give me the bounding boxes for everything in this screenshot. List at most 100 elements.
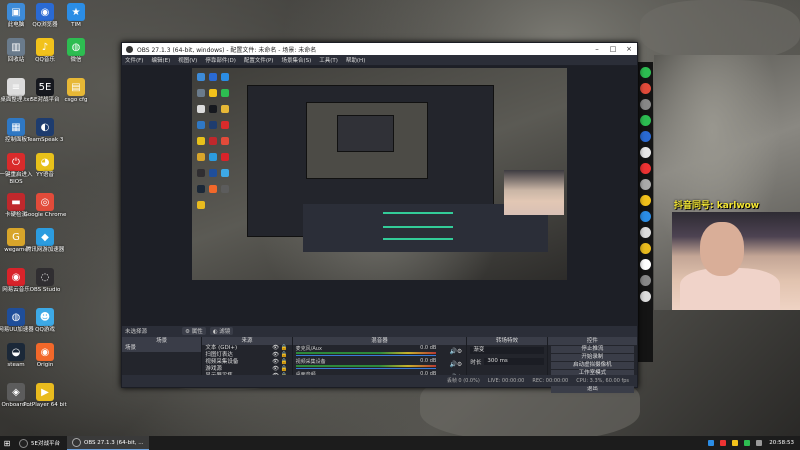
desktop-icon-label: YY语音 <box>36 172 54 178</box>
app-icon: ◕ <box>36 153 54 171</box>
obs-menubar: 文件(F) 编辑(E) 视图(V) 停靠部件(D) 配置文件(P) 场景集合(S… <box>122 55 637 66</box>
channel-level: 0.0 dB <box>420 345 437 351</box>
transition-select[interactable]: 渐变 <box>470 347 544 354</box>
visibility-lock-icon[interactable]: 👁 🔒 <box>272 352 288 359</box>
side-app-icon[interactable] <box>639 179 651 190</box>
desktop-icon[interactable]: ◐ TeamSpeak 3 <box>22 118 68 144</box>
side-app-icon[interactable] <box>639 131 651 142</box>
preview-mini-icon <box>221 121 229 129</box>
desktop-icon-label: PotPlayer 64 bit <box>23 402 67 408</box>
menu-profile[interactable]: 配置文件(P) <box>244 56 274 64</box>
preview-mini-icon <box>197 73 205 81</box>
side-app-icon[interactable] <box>639 147 651 158</box>
side-app-icon[interactable] <box>639 243 651 254</box>
menu-file[interactable]: 文件(F) <box>125 56 143 64</box>
side-app-icon[interactable] <box>639 83 651 94</box>
control-button[interactable]: 停止推流 <box>550 346 634 353</box>
menu-help[interactable]: 帮助(H) <box>346 56 365 64</box>
nested-obs-window <box>247 85 548 252</box>
close-button[interactable]: × <box>621 45 637 53</box>
minimize-button[interactable]: – <box>589 45 605 53</box>
tray-icon[interactable] <box>744 440 751 446</box>
tray-icon[interactable] <box>708 440 715 446</box>
control-button[interactable]: 退出 <box>550 386 634 393</box>
preview-mini-icon <box>209 105 217 113</box>
maximize-button[interactable]: □ <box>605 45 621 53</box>
tray-icon[interactable] <box>732 440 739 446</box>
side-app-icon[interactable] <box>639 99 651 110</box>
desktop-icon[interactable]: ◉ Origin <box>22 343 68 369</box>
control-button[interactable]: 启动虚拟摄像机 <box>550 362 634 369</box>
side-app-icon[interactable] <box>639 291 651 302</box>
desktop-icon[interactable]: ▤ csgo cfg <box>53 78 99 104</box>
volume-meter <box>295 352 437 354</box>
desktop-icon[interactable]: ◕ YY语音 <box>22 153 68 179</box>
desktop-icon-area: ▣ 此电脑 ◉ QQ浏览器 ★ TIM ▥ 回收站 ♪ QQ音乐 ◍ 微信 ≡ 桌面整理.txt 5E 5E对… <box>0 0 95 436</box>
filters-button[interactable]: ◐ 滤镜 <box>209 327 234 335</box>
mixer-channels: 麦克风/Aux0.0 dB🔊⚙视频采集设备0.0 dB🔊⚙桌面音频0.0 dB🔊… <box>293 345 467 382</box>
clock[interactable]: 20:58:53 <box>769 440 794 446</box>
source-item[interactable]: 视频采集设备 👁 🔒 <box>202 359 291 366</box>
visibility-lock-icon[interactable]: 👁 🔒 <box>272 345 288 352</box>
sources-list: 文本 (GDI+)👁 🔒扫图灯表达👁 🔒视频采集设备👁 🔒游戏源👁 🔒显示器采集… <box>202 345 291 379</box>
app-icon: ◉ <box>36 3 54 21</box>
obs-app-icon <box>126 45 133 53</box>
menu-docks[interactable]: 停靠部件(D) <box>205 56 236 64</box>
program-preview[interactable] <box>192 68 567 280</box>
visibility-lock-icon[interactable]: 👁 🔒 <box>272 366 288 373</box>
desktop-icon-label: 腾讯网游加速器 <box>25 247 65 253</box>
desktop-icon-label: TeamSpeak 3 <box>26 137 64 143</box>
wallpaper-rock <box>640 0 800 60</box>
nested-meter <box>383 212 453 214</box>
preview-area <box>122 66 637 326</box>
side-app-icon[interactable] <box>639 195 651 206</box>
side-app-icon[interactable] <box>639 163 651 174</box>
properties-button[interactable]: ⚙ 属性 <box>182 327 206 335</box>
desktop-icon-label: 微信 <box>70 57 82 63</box>
side-app-icon[interactable] <box>639 275 651 286</box>
control-button[interactable]: 开始录制 <box>550 354 634 361</box>
obs-window: OBS 27.1.3 (64-bit, windows) - 配置文件: 未命名… <box>121 42 638 393</box>
duration-input[interactable]: 300 ms <box>484 358 544 365</box>
desktop-icon[interactable]: ▶ PotPlayer 64 bit <box>22 383 68 409</box>
desktop-icon[interactable]: ◆ 腾讯网游加速器 <box>22 228 68 254</box>
side-app-icon[interactable] <box>639 67 651 78</box>
desktop-icon[interactable]: ◎ Google Chrome <box>22 193 68 219</box>
desktop-icon[interactable]: ☻ QQ游戏 <box>22 308 68 334</box>
mute-settings-icon[interactable]: 🔊⚙ <box>449 361 462 368</box>
preview-mini-icon <box>197 121 205 129</box>
volume-icon[interactable] <box>756 440 763 446</box>
visibility-lock-icon[interactable]: 👁 🔒 <box>272 359 288 366</box>
obs-titlebar[interactable]: OBS 27.1.3 (64-bit, windows) - 配置文件: 未命名… <box>122 43 637 55</box>
status-rec: REC: 00:00:00 <box>532 377 569 384</box>
desktop-icon[interactable]: ◌ OBS Studio <box>22 268 68 294</box>
task-obs[interactable]: OBS 27.1.3 (64-bit, ... <box>66 436 149 450</box>
menu-edit[interactable]: 编辑(E) <box>151 56 170 64</box>
mute-settings-icon[interactable]: 🔊⚙ <box>449 348 462 355</box>
side-app-icon[interactable] <box>639 211 651 222</box>
preview-mini-icon <box>209 169 217 177</box>
menu-tools[interactable]: 工具(T) <box>319 56 338 64</box>
source-item[interactable]: 游戏源 👁 🔒 <box>202 366 291 373</box>
side-app-icon[interactable] <box>639 227 651 238</box>
volume-slider[interactable] <box>295 368 437 369</box>
preview-mini-icon <box>221 185 229 193</box>
source-item[interactable]: 文本 (GDI+) 👁 🔒 <box>202 345 291 352</box>
desktop-icon[interactable]: ★ TIM <box>53 3 99 29</box>
scenes-list: 场景 <box>122 345 202 376</box>
task-label: OBS 27.1.3 (64-bit, ... <box>83 439 144 446</box>
scene-item[interactable]: 场景 <box>122 345 202 352</box>
source-item[interactable]: 扫图灯表达 👁 🔒 <box>202 352 291 359</box>
desktop-icon[interactable]: ◍ 微信 <box>53 38 99 64</box>
task-5e[interactable]: 5E对战平台 <box>14 436 65 450</box>
side-app-icon[interactable] <box>639 259 651 270</box>
menu-view[interactable]: 视图(V) <box>178 56 197 64</box>
menu-scene-collection[interactable]: 场景集合(S) <box>281 56 311 64</box>
source-item-label: 扫图灯表达 <box>205 352 233 358</box>
side-app-icon[interactable] <box>639 115 651 126</box>
desktop-icon-label: QQ游戏 <box>35 327 55 333</box>
tray-icon[interactable] <box>720 440 727 446</box>
start-button[interactable]: ⊞ <box>0 439 14 448</box>
volume-slider[interactable] <box>295 355 437 356</box>
source-toolbar: 未选择源 ⚙ 属性 ◐ 滤镜 <box>122 326 637 336</box>
